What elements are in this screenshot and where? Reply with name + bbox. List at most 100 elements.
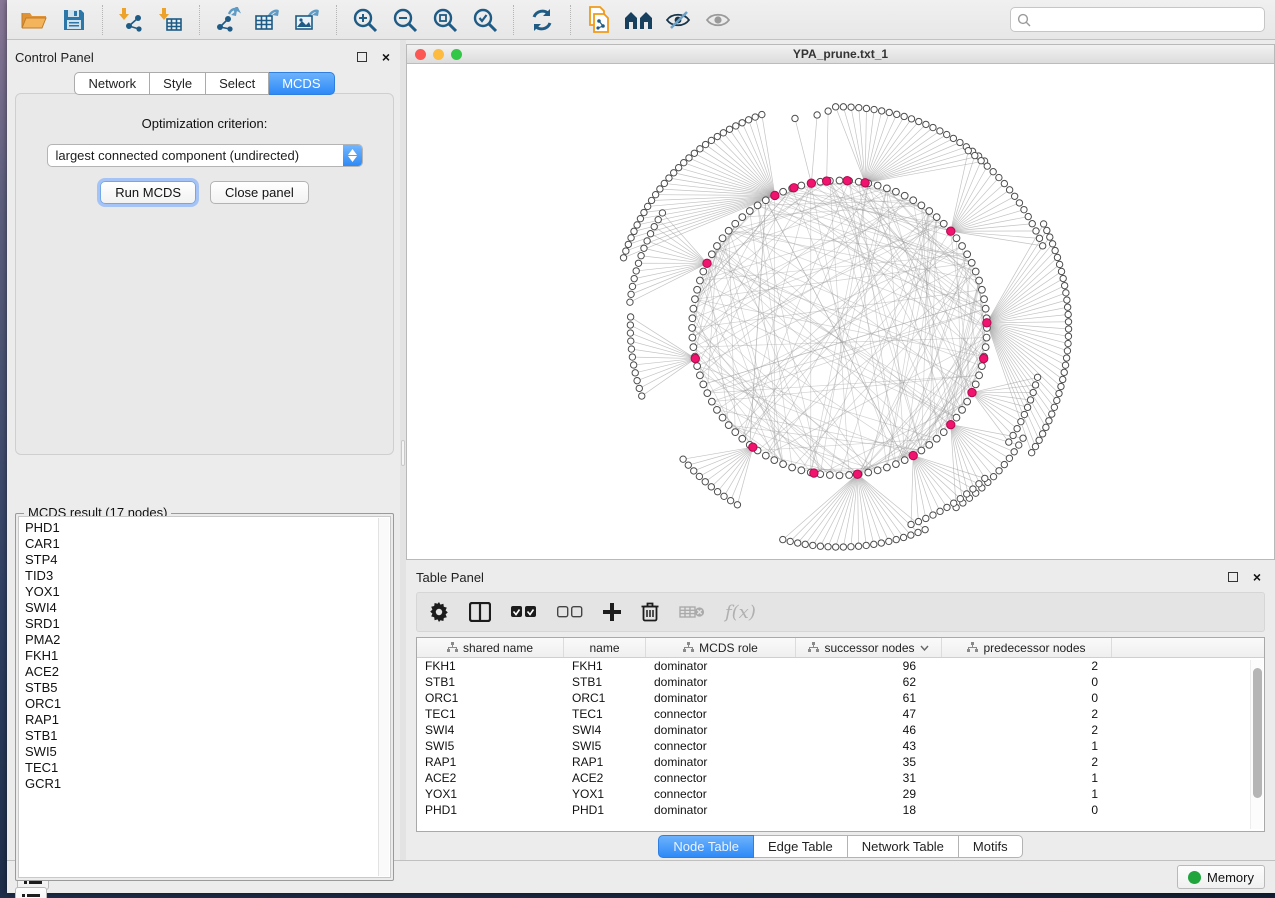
table-cell[interactable]: 43 bbox=[796, 739, 942, 753]
column-header-name[interactable]: name bbox=[564, 638, 646, 657]
zoom-in-button[interactable] bbox=[348, 4, 382, 36]
table-cell[interactable]: 0 bbox=[942, 675, 1112, 689]
tab-style[interactable]: Style bbox=[150, 72, 206, 95]
column-header-successor-nodes[interactable]: successor nodes bbox=[796, 638, 942, 657]
result-list-item[interactable]: SWI4 bbox=[25, 600, 390, 616]
first-neighbors-button[interactable] bbox=[622, 4, 656, 36]
close-table-panel-button[interactable]: × bbox=[1249, 569, 1265, 585]
table-cell[interactable]: 2 bbox=[942, 707, 1112, 721]
table-cell[interactable]: 1 bbox=[942, 739, 1112, 753]
table-cell[interactable]: TEC1 bbox=[564, 707, 646, 721]
table-cell[interactable]: YOX1 bbox=[417, 787, 564, 801]
column-header-mcds-role[interactable]: MCDS role bbox=[646, 638, 796, 657]
table-cell[interactable]: 31 bbox=[796, 771, 942, 785]
table-cell[interactable]: ORC1 bbox=[417, 691, 564, 705]
table-cell[interactable]: 2 bbox=[942, 755, 1112, 769]
table-cell[interactable]: dominator bbox=[646, 691, 796, 705]
result-list-item[interactable]: STB5 bbox=[25, 680, 390, 696]
table-cell[interactable]: dominator bbox=[646, 803, 796, 817]
table-cell[interactable]: 61 bbox=[796, 691, 942, 705]
open-file-button[interactable] bbox=[17, 4, 51, 36]
tab-node-table[interactable]: Node Table bbox=[658, 835, 754, 858]
result-list-item[interactable]: CAR1 bbox=[25, 536, 390, 552]
table-cell[interactable]: RAP1 bbox=[417, 755, 564, 769]
table-cell[interactable]: PHD1 bbox=[417, 803, 564, 817]
table-cell[interactable]: 62 bbox=[796, 675, 942, 689]
table-cell[interactable]: connector bbox=[646, 771, 796, 785]
tab-edge-table[interactable]: Edge Table bbox=[754, 835, 848, 858]
table-cell[interactable]: YOX1 bbox=[564, 787, 646, 801]
vertical-splitter[interactable] bbox=[400, 40, 406, 860]
memory-button[interactable]: Memory bbox=[1177, 865, 1265, 889]
import-network-button[interactable] bbox=[114, 4, 148, 36]
result-list-item[interactable]: YOX1 bbox=[25, 584, 390, 600]
table-row[interactable]: YOX1YOX1connector291 bbox=[417, 786, 1264, 802]
tab-mcds[interactable]: MCDS bbox=[269, 72, 334, 95]
table-cell[interactable]: dominator bbox=[646, 755, 796, 769]
column-header-predecessor-nodes[interactable]: predecessor nodes bbox=[942, 638, 1112, 657]
table-row[interactable]: FKH1FKH1dominator962 bbox=[417, 658, 1264, 674]
refresh-button[interactable] bbox=[525, 4, 559, 36]
table-cell[interactable]: FKH1 bbox=[417, 659, 564, 673]
table-row[interactable]: STB1STB1dominator620 bbox=[417, 674, 1264, 690]
table-row[interactable]: SWI5SWI5connector431 bbox=[417, 738, 1264, 754]
table-cell[interactable]: dominator bbox=[646, 659, 796, 673]
result-list-item[interactable]: STP4 bbox=[25, 552, 390, 568]
float-panel-button[interactable] bbox=[354, 49, 370, 65]
import-table-button[interactable] bbox=[154, 4, 188, 36]
table-cell[interactable]: connector bbox=[646, 707, 796, 721]
table-cell[interactable]: dominator bbox=[646, 723, 796, 737]
table-row[interactable]: TEC1TEC1connector472 bbox=[417, 706, 1264, 722]
table-cell[interactable]: SWI4 bbox=[417, 723, 564, 737]
result-list-item[interactable]: STB1 bbox=[25, 728, 390, 744]
zoom-fit-button[interactable] bbox=[428, 4, 462, 36]
result-list-item[interactable]: FKH1 bbox=[25, 648, 390, 664]
table-cell[interactable]: SWI5 bbox=[417, 739, 564, 753]
table-cell[interactable]: PHD1 bbox=[564, 803, 646, 817]
table-row[interactable]: SWI4SWI4dominator462 bbox=[417, 722, 1264, 738]
tab-network-table[interactable]: Network Table bbox=[848, 835, 959, 858]
result-list-item[interactable]: GCR1 bbox=[25, 776, 390, 792]
table-cell[interactable]: 1 bbox=[942, 771, 1112, 785]
network-window-titlebar[interactable]: YPA_prune.txt_1 bbox=[407, 45, 1274, 64]
result-list-scrollbar[interactable] bbox=[378, 518, 389, 876]
scrollbar-thumb[interactable] bbox=[1253, 668, 1262, 798]
table-cell[interactable]: connector bbox=[646, 787, 796, 801]
table-row[interactable]: ORC1ORC1dominator610 bbox=[417, 690, 1264, 706]
search-input[interactable] bbox=[1035, 13, 1258, 27]
result-list-item[interactable]: PHD1 bbox=[25, 520, 390, 536]
table-cell[interactable]: RAP1 bbox=[564, 755, 646, 769]
export-table-button[interactable] bbox=[251, 4, 285, 36]
criterion-select[interactable]: largest connected component (undirected) bbox=[47, 144, 363, 167]
table-cell[interactable]: FKH1 bbox=[564, 659, 646, 673]
table-row[interactable]: ACE2ACE2connector311 bbox=[417, 770, 1264, 786]
table-cell[interactable]: ACE2 bbox=[417, 771, 564, 785]
delete-table-button[interactable] bbox=[679, 598, 705, 626]
network-canvas[interactable] bbox=[407, 64, 1274, 559]
table-row[interactable]: RAP1RAP1dominator352 bbox=[417, 754, 1264, 770]
table-cell[interactable]: SWI5 bbox=[564, 739, 646, 753]
show-all-button[interactable] bbox=[702, 4, 736, 36]
table-row[interactable]: PHD1PHD1dominator180 bbox=[417, 802, 1264, 818]
unselect-all-button[interactable] bbox=[557, 598, 583, 626]
table-cell[interactable]: 96 bbox=[796, 659, 942, 673]
add-column-button[interactable] bbox=[603, 598, 621, 626]
export-network-button[interactable] bbox=[211, 4, 245, 36]
zoom-out-button[interactable] bbox=[388, 4, 422, 36]
table-cell[interactable]: SWI4 bbox=[564, 723, 646, 737]
split-view-button[interactable] bbox=[469, 598, 491, 626]
result-list-item[interactable]: SWI5 bbox=[25, 744, 390, 760]
export-image-button[interactable] bbox=[291, 4, 325, 36]
float-table-panel-button[interactable] bbox=[1225, 569, 1241, 585]
run-mcds-button[interactable]: Run MCDS bbox=[100, 181, 196, 204]
panel-menu-button[interactable] bbox=[15, 887, 47, 898]
column-header-shared-name[interactable]: shared name bbox=[417, 638, 564, 657]
table-cell[interactable]: 1 bbox=[942, 787, 1112, 801]
table-cell[interactable]: 2 bbox=[942, 659, 1112, 673]
result-list-item[interactable]: PMA2 bbox=[25, 632, 390, 648]
table-settings-button[interactable] bbox=[429, 598, 449, 626]
close-panel-button[interactable]: × bbox=[378, 49, 394, 65]
result-list-item[interactable]: RAP1 bbox=[25, 712, 390, 728]
tab-network[interactable]: Network bbox=[74, 72, 150, 95]
hide-selected-button[interactable] bbox=[662, 4, 696, 36]
